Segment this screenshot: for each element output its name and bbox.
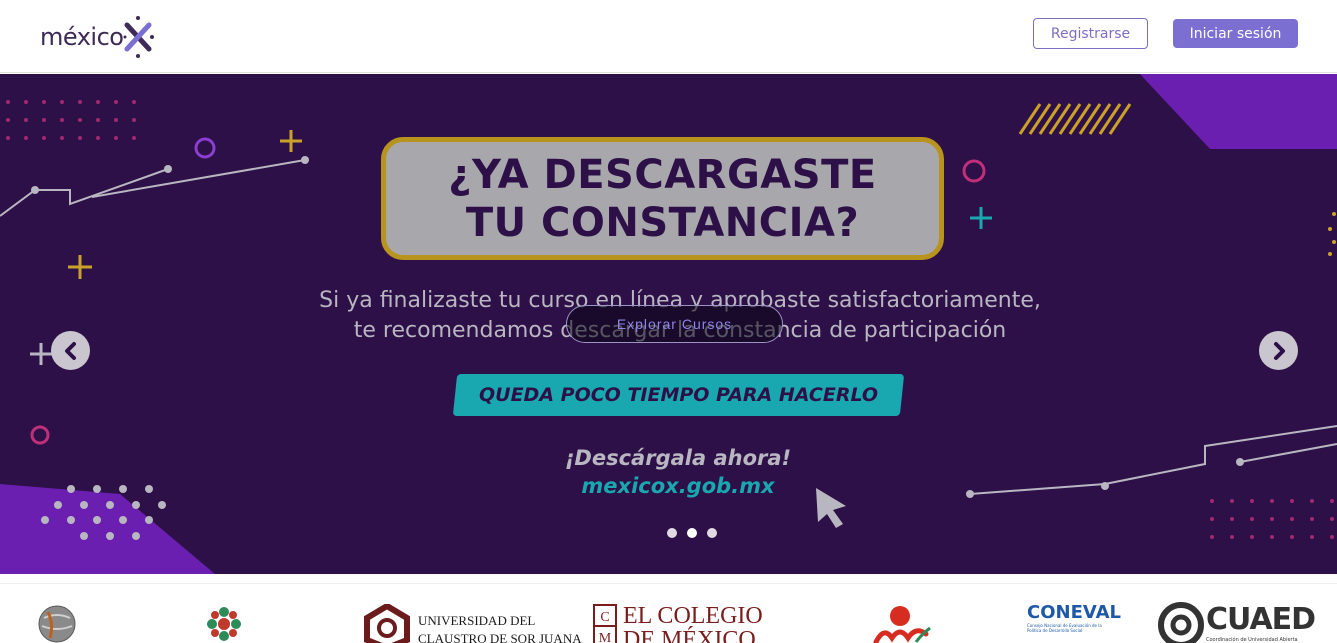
register-button[interactable]: Registrarse (1033, 18, 1148, 49)
mm-red-logo[interactable] (870, 604, 934, 643)
carousel-dot-3[interactable] (707, 528, 717, 538)
svg-text:M: M (599, 631, 612, 643)
cuaed-name: CUAED (1206, 602, 1316, 637)
cuaed-emblem-icon (1158, 602, 1204, 643)
coneval-logo[interactable]: CONEVAL Consejo Nacional de Evaluación d… (1027, 602, 1121, 633)
login-button[interactable]: Iniciar sesión (1173, 19, 1298, 48)
carousel-next-button[interactable] (1259, 331, 1298, 370)
title-line-1: ¿YA DESCARGASTE (448, 151, 877, 198)
svg-text:C: C (600, 610, 609, 625)
coneval-name: CONEVAL (1027, 602, 1121, 623)
coneval-caption: Consejo Nacional de Evaluación de la Pol… (1027, 623, 1102, 633)
constancia-title-box: ¿YA DESCARGASTE TU CONSTANCIA? (381, 137, 944, 260)
logo-x-icon (123, 16, 155, 58)
hero-carousel: ¿YA DESCARGASTE TU CONSTANCIA? Si ya fin… (0, 74, 1337, 574)
logo-text: méxico (40, 23, 124, 51)
deadline-banner: QUEDA POCO TIEMPO PARA HACERLO (452, 374, 905, 416)
explore-courses-button[interactable]: Explorar Cursos (566, 305, 783, 343)
partners-strip: UNIVERSIDAD DEL CLAUSTRO DE SOR JUANA C … (0, 583, 1337, 643)
download-now-text: ¡Descárgala ahora! (564, 446, 792, 470)
cuaed-logo[interactable]: CUAED Coordinación de Universidad Abiert… (1158, 602, 1316, 643)
chevron-right-icon (1273, 341, 1285, 360)
colmex-logo[interactable]: C M EL COLEGIO DE MÉXICO (593, 604, 763, 643)
cuaed-caption: Coordinación de Universidad Abierta (1206, 637, 1298, 643)
claustro-line-1: UNIVERSIDAD DEL (418, 613, 536, 628)
mexicox-logo[interactable]: méxico (40, 14, 155, 60)
colmex-line-1: EL COLEGIO (623, 603, 763, 629)
carousel-dot-2[interactable] (687, 528, 697, 538)
colmex-line-2: DE MÉXICO (623, 627, 756, 643)
colmex-emblem-icon: C M (593, 604, 617, 643)
claustro-emblem-icon (364, 604, 410, 643)
carousel-dot-1[interactable] (667, 528, 677, 538)
globe-logo[interactable] (38, 604, 76, 643)
carousel-prev-button[interactable] (51, 331, 90, 370)
carousel-indicators (667, 528, 717, 538)
claustro-sor-juana-logo[interactable]: UNIVERSIDAD DEL CLAUSTRO DE SOR JUANA (362, 604, 582, 643)
download-url-text: mexicox.gob.mx (581, 474, 775, 498)
claustro-line-2: CLAUSTRO DE SOR JUANA (418, 631, 582, 643)
deadline-banner-text: QUEDA POCO TIEMPO PARA HACERLO (478, 384, 879, 406)
chevron-left-icon (64, 341, 76, 360)
floral-emblem-logo[interactable] (205, 604, 243, 643)
title-line-2: TU CONSTANCIA? (465, 199, 860, 246)
site-header: méxico Registrarse Iniciar sesión (0, 0, 1337, 73)
